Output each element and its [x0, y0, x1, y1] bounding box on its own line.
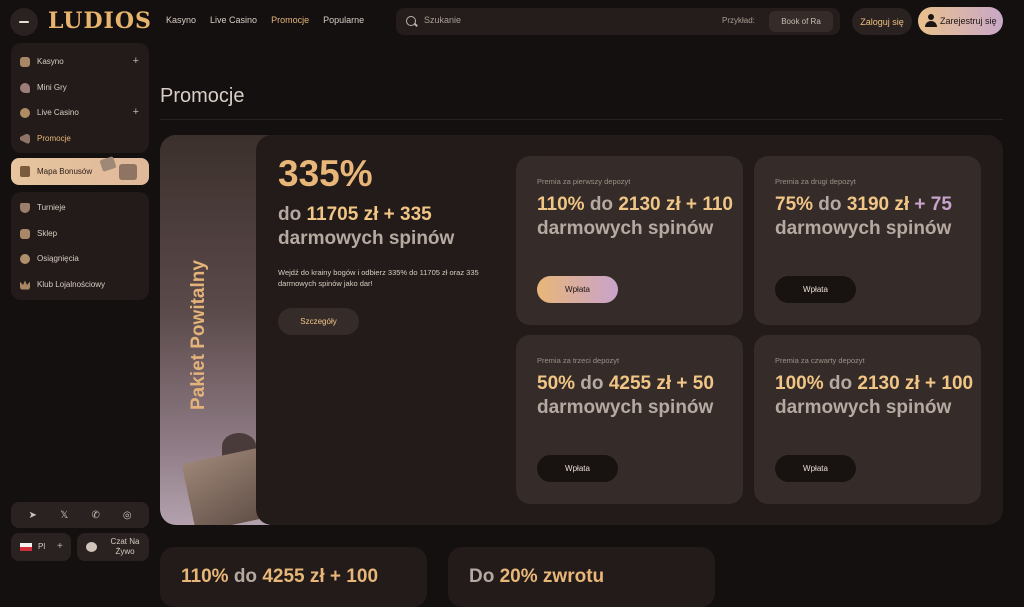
top-nav: Kasyno Live Casino Promocje Popularne — [166, 15, 364, 25]
deposit-label: Premia za pierwszy depozyt — [537, 177, 631, 186]
deposit-offer: 100% do 2130 zł + 100 darmowych spinów — [775, 373, 974, 418]
user-icon — [925, 14, 937, 27]
logo[interactable]: LUDIOS — [48, 8, 152, 34]
deposit-card-1: Premia za pierwszy depozyt 110% do 2130 … — [516, 156, 743, 325]
page-title: Promocje — [160, 85, 245, 107]
sidebar-main-group: Kasyno + Mini Gry Live Casino + Promocje — [11, 43, 149, 153]
bag-icon — [20, 228, 30, 239]
trophy-icon — [20, 203, 30, 213]
sidebar-item-klub[interactable]: Klub Lojalnościowy — [11, 272, 149, 298]
search-input[interactable]: Szukanie — [424, 15, 461, 25]
deposit-offer: 110% do 2130 zł + 110 darmowych spinów — [537, 194, 733, 239]
sidebar-item-label: Klub Lojalnościowy — [37, 279, 106, 289]
menu-icon — [19, 21, 29, 23]
sidebar-secondary-group: Turnieje Sklep Osiągnięcia Klub Lojalnoś… — [11, 192, 149, 300]
gift-icon — [99, 156, 117, 172]
sidebar-item-label: Osiągnięcia — [37, 254, 79, 264]
welcome-percent: 335% — [278, 153, 373, 194]
nav-popularne[interactable]: Popularne — [323, 15, 364, 25]
sidebar-item-label: Live Casino — [37, 108, 79, 118]
map-icon — [20, 166, 30, 177]
search-bar[interactable]: Szukanie Przykład: Book of Ra — [396, 8, 840, 35]
deposit-label: Premia za drugi depozyt — [775, 177, 856, 186]
sidebar-item-promocje[interactable]: Promocje — [11, 126, 149, 152]
deposit-card-4: Premia za czwarty depozyt 100% do 2130 z… — [754, 335, 981, 504]
sidebar-item-label: Turnieje — [37, 203, 66, 213]
expand-icon[interactable]: + — [133, 106, 139, 118]
deposit-card-2: Premia za drugi depozyt 75% do 3190 zł +… — [754, 156, 981, 325]
sidebar-item-turnieje[interactable]: Turnieje — [11, 195, 149, 221]
chip-icon — [20, 108, 30, 118]
login-button[interactable]: Zaloguj się — [852, 8, 912, 35]
deposit-offer: 75% do 3190 zł + 75 darmowych spinów — [775, 194, 952, 239]
live-chat-button[interactable]: Czat Na Żywo — [77, 533, 149, 561]
deposit-card-3: Premia za trzeci depozyt 50% do 4255 zł … — [516, 335, 743, 504]
rocket-icon — [20, 82, 30, 93]
sidebar-item-osiagniecia[interactable]: Osiągnięcia — [11, 246, 149, 272]
deposit-button[interactable]: Wpłata — [537, 276, 618, 303]
deposit-label: Premia za czwarty depozyt — [775, 356, 865, 365]
chat-icon — [86, 542, 97, 552]
sidebar-item-live-casino[interactable]: Live Casino + — [11, 100, 149, 126]
search-example-chip[interactable]: Book of Ra — [769, 11, 833, 32]
register-label: Zarejestruj się — [940, 16, 997, 26]
deposit-offer: 50% do 4255 zł + 50 darmowych spinów — [537, 373, 714, 418]
dice-icon — [20, 57, 30, 67]
welcome-package-banner: Pakiet Powitalny — [160, 135, 275, 525]
language-selector[interactable]: Pl + — [11, 533, 71, 561]
nav-kasyno[interactable]: Kasyno — [166, 15, 196, 25]
welcome-description: Wejdź do krainy bogów i odbierz 335% do … — [278, 268, 479, 288]
chat-label: Czat Na Żywo — [110, 537, 140, 556]
sidebar-item-label: Kasyno — [37, 57, 64, 67]
menu-button[interactable] — [10, 8, 38, 36]
deposit-button[interactable]: Wpłata — [537, 455, 618, 482]
welcome-package-card: Pakiet Powitalny 335% do 11705 zł + 335 … — [160, 135, 1003, 525]
sidebar-item-label: Mini Gry — [37, 82, 67, 92]
bonus-map-label: Mapa Bonusów — [37, 167, 93, 176]
nav-promocje[interactable]: Promocje — [271, 15, 309, 25]
promo-card-title: Do 20% zwrotu — [469, 566, 605, 587]
gift-icon — [119, 164, 137, 180]
welcome-package-label: Pakiet Powitalny — [188, 260, 209, 410]
x-icon[interactable]: 𝕏 — [57, 510, 71, 521]
sidebar-item-label: Promocje — [37, 133, 71, 143]
register-button[interactable]: Zarejestruj się — [918, 7, 1003, 35]
top-bar: LUDIOS Kasyno Live Casino Promocje Popul… — [0, 0, 1024, 42]
promo-card-3[interactable]: Do 20% zwrotu — [448, 547, 715, 607]
sidebar-item-mini-gry[interactable]: Mini Gry — [11, 75, 149, 101]
sidebar-item-sklep[interactable]: Sklep — [11, 221, 149, 247]
language-plus-icon: + — [57, 541, 63, 552]
social-links: ➤ 𝕏 ✆ ◎ — [11, 502, 149, 528]
deposit-button[interactable]: Wpłata — [775, 276, 856, 303]
instagram-icon[interactable]: ◎ — [120, 510, 134, 521]
nav-live-casino[interactable]: Live Casino — [210, 15, 257, 25]
sidebar-item-label: Sklep — [37, 228, 58, 238]
crown-icon — [20, 280, 30, 290]
language-label: Pl — [38, 542, 46, 551]
details-button[interactable]: Szczegóły — [278, 308, 359, 335]
welcome-offer: do 11705 zł + 335 darmowych spinów — [278, 204, 455, 249]
expand-icon[interactable]: + — [133, 55, 139, 67]
sidebar-item-kasyno[interactable]: Kasyno + — [11, 49, 149, 75]
badge-icon — [20, 254, 30, 264]
bonus-map-button[interactable]: Mapa Bonusów — [11, 156, 149, 185]
telegram-icon[interactable]: ➤ — [26, 510, 40, 521]
deposit-label: Premia za trzeci depozyt — [537, 356, 620, 365]
search-example-label: Przykład: — [722, 16, 755, 25]
search-icon — [406, 16, 416, 26]
divider — [160, 119, 1003, 120]
promo-card-title: 110% do 4255 zł + 100 — [181, 566, 379, 587]
whatsapp-icon[interactable]: ✆ — [89, 510, 103, 521]
promo-card-2[interactable]: 110% do 4255 zł + 100 — [160, 547, 427, 607]
welcome-package-content: 335% do 11705 zł + 335 darmowych spinów … — [256, 135, 1003, 525]
poland-flag-icon — [20, 543, 32, 551]
deposit-button[interactable]: Wpłata — [775, 455, 856, 482]
megaphone-icon — [20, 133, 30, 144]
